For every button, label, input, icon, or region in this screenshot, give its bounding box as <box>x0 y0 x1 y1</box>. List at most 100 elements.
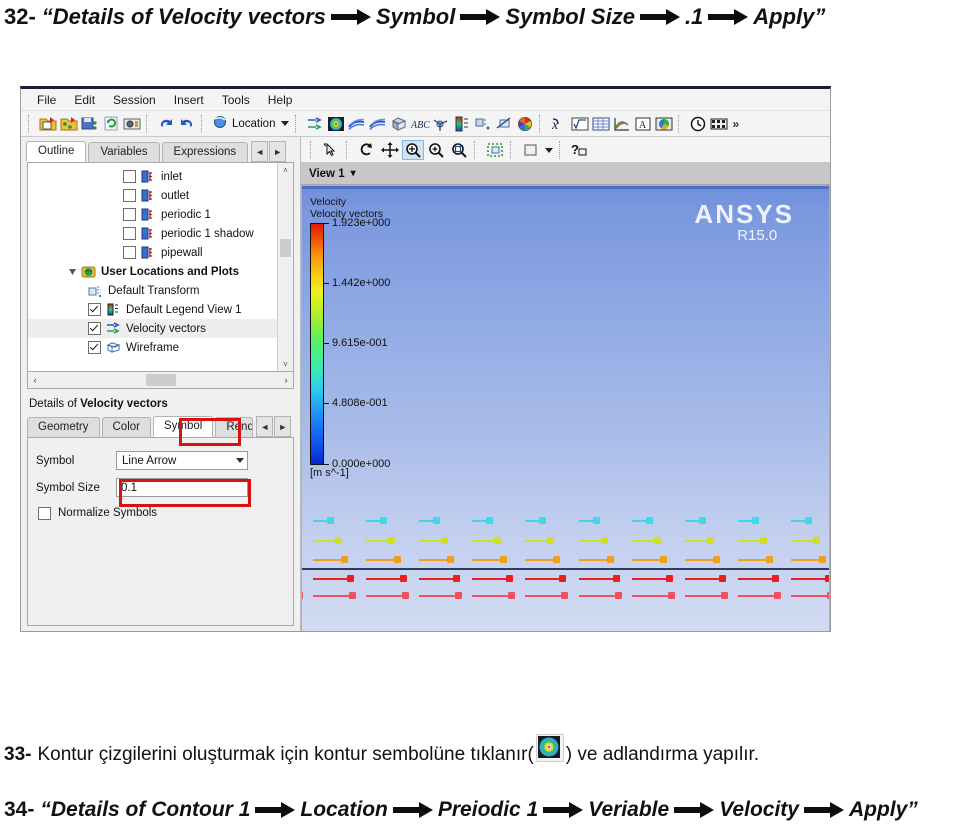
tree-item-velocity-vectors[interactable]: Velocity vectors <box>28 319 277 338</box>
timestep-icon[interactable] <box>688 114 708 134</box>
tree-checkbox[interactable] <box>88 303 101 316</box>
tree-item-label: inlet <box>161 170 183 183</box>
chevron-down-icon[interactable] <box>236 458 244 463</box>
function-calculator-icon[interactable]: x <box>549 114 569 134</box>
vector-head <box>494 536 502 544</box>
tree-checkbox[interactable] <box>88 341 101 354</box>
tree-item-outlet[interactable]: outlet <box>28 186 277 205</box>
pan-icon[interactable] <box>379 140 401 160</box>
help-context-icon[interactable]: ? <box>569 140 591 160</box>
tree-item-periodic-1[interactable]: periodic 1 <box>28 205 277 224</box>
view-selector-bar[interactable]: View 1 ▾ <box>301 163 830 185</box>
arrow-icon <box>708 9 749 25</box>
report-icon[interactable] <box>654 114 674 134</box>
tab-color[interactable]: Color <box>101 417 151 437</box>
tree-item-wireframe[interactable]: Wireframe <box>28 338 277 357</box>
tree-item-user-locations-and-plots[interactable]: User Locations and Plots <box>28 262 277 281</box>
instancing-icon[interactable] <box>473 114 493 134</box>
scrollbar-thumb[interactable] <box>280 239 291 257</box>
location-dropdown[interactable]: Location <box>211 115 291 133</box>
tree-vertical-scrollbar[interactable]: ˄ ˅ <box>277 163 293 371</box>
rotate-icon[interactable] <box>356 140 378 160</box>
tree-item-pipewall[interactable]: pipewall <box>28 243 277 262</box>
tab-scroll-next-button[interactable]: ► <box>269 141 287 162</box>
expander-icon[interactable] <box>68 267 78 277</box>
scroll-down-arrow-icon[interactable]: ˅ <box>279 357 292 371</box>
chevron-down-icon[interactable]: ▾ <box>351 168 356 179</box>
scroll-left-arrow-icon[interactable]: ‹ <box>28 375 42 385</box>
tab-scroll-prev-button[interactable]: ◄ <box>251 141 269 162</box>
vector-head <box>453 574 461 582</box>
details-tab-next-button[interactable]: ► <box>274 416 292 437</box>
vector-head <box>327 517 334 525</box>
fit-view-icon[interactable] <box>484 140 506 160</box>
vector-head <box>818 555 826 563</box>
clip-plane-icon[interactable] <box>494 114 514 134</box>
menu-item-session[interactable]: Session <box>104 92 165 108</box>
toolbar-overflow-button[interactable]: » <box>730 117 741 131</box>
table-icon[interactable] <box>591 114 611 134</box>
vector-shaft <box>578 594 615 597</box>
menu-item-tools[interactable]: Tools <box>213 92 259 108</box>
menu-item-edit[interactable]: Edit <box>65 92 104 108</box>
tab-render[interactable]: Rend <box>215 417 254 437</box>
tab-variables[interactable]: Variables <box>88 142 160 162</box>
tree-checkbox[interactable] <box>88 322 101 335</box>
zoom-fit-icon[interactable] <box>448 140 470 160</box>
coordinate-frame-icon[interactable] <box>431 114 451 134</box>
normalize-symbols-row[interactable]: Normalize Symbols <box>28 501 293 525</box>
tree-horizontal-scrollbar[interactable]: ‹ › <box>27 372 294 389</box>
contour-icon[interactable] <box>326 114 346 134</box>
zoom-in-icon[interactable] <box>425 140 447 160</box>
vector-icon[interactable] <box>305 114 325 134</box>
volume-render-icon[interactable] <box>389 114 409 134</box>
tab-expressions[interactable]: Expressions <box>161 142 249 162</box>
redo-icon[interactable] <box>177 114 197 134</box>
scrollbar-thumb[interactable] <box>145 374 176 386</box>
new-case-icon[interactable] <box>38 114 58 134</box>
tree-item-periodic-1-shadow[interactable]: periodic 1 shadow <box>28 224 277 243</box>
tab-geometry[interactable]: Geometry <box>27 417 100 437</box>
particle-track-icon[interactable] <box>368 114 388 134</box>
details-tab-prev-button[interactable]: ◄ <box>256 416 274 437</box>
symbol-dropdown[interactable]: Line Arrow <box>116 451 248 470</box>
background-color-icon[interactable] <box>520 140 542 160</box>
snapshot-icon[interactable] <box>122 114 142 134</box>
menu-item-insert[interactable]: Insert <box>165 92 213 108</box>
vector-head <box>665 574 673 582</box>
save-state-icon[interactable] <box>80 114 100 134</box>
tree-item-default-transform[interactable]: Default Transform <box>28 281 277 300</box>
zoom-box-icon[interactable] <box>402 139 424 160</box>
pick-icon[interactable] <box>320 140 342 160</box>
expression-icon[interactable] <box>570 114 590 134</box>
tab-symbol[interactable]: Symbol <box>152 416 214 437</box>
scroll-up-arrow-icon[interactable]: ˄ <box>279 163 292 177</box>
chevron-down-icon[interactable] <box>281 121 290 126</box>
normalize-symbols-checkbox[interactable] <box>38 506 51 520</box>
background-color-dropdown[interactable] <box>543 140 555 160</box>
undo-icon[interactable] <box>156 114 176 134</box>
color-map-icon[interactable] <box>515 114 535 134</box>
animation-icon[interactable] <box>709 114 729 134</box>
refresh-icon[interactable] <box>101 114 121 134</box>
open-case-icon[interactable] <box>59 114 79 134</box>
text-label-icon[interactable]: ABC <box>410 114 430 134</box>
tree-item-inlet[interactable]: inlet <box>28 167 277 186</box>
chart-icon[interactable] <box>612 114 632 134</box>
menu-item-help[interactable]: Help <box>259 92 302 108</box>
comment-icon[interactable]: A <box>633 114 653 134</box>
scroll-right-arrow-icon[interactable]: › <box>279 375 293 385</box>
tree-item-default-legend-view-1[interactable]: Default Legend View 1 <box>28 300 277 319</box>
tree-checkbox[interactable] <box>123 208 136 221</box>
tree-checkbox[interactable] <box>123 227 136 240</box>
tree-checkbox[interactable] <box>123 189 136 202</box>
menu-item-file[interactable]: File <box>28 92 65 108</box>
symbol-size-input[interactable]: 0.1 <box>116 478 248 497</box>
vector-head <box>508 591 516 599</box>
tree-checkbox[interactable] <box>123 246 136 259</box>
streamline-icon[interactable] <box>347 114 367 134</box>
tab-outline[interactable]: Outline <box>26 141 87 162</box>
tree-checkbox[interactable] <box>123 170 136 183</box>
3d-viewport[interactable]: Velocity Velocity vectors 1.923e+000 1.4… <box>301 185 830 631</box>
legend-icon[interactable] <box>452 114 472 134</box>
